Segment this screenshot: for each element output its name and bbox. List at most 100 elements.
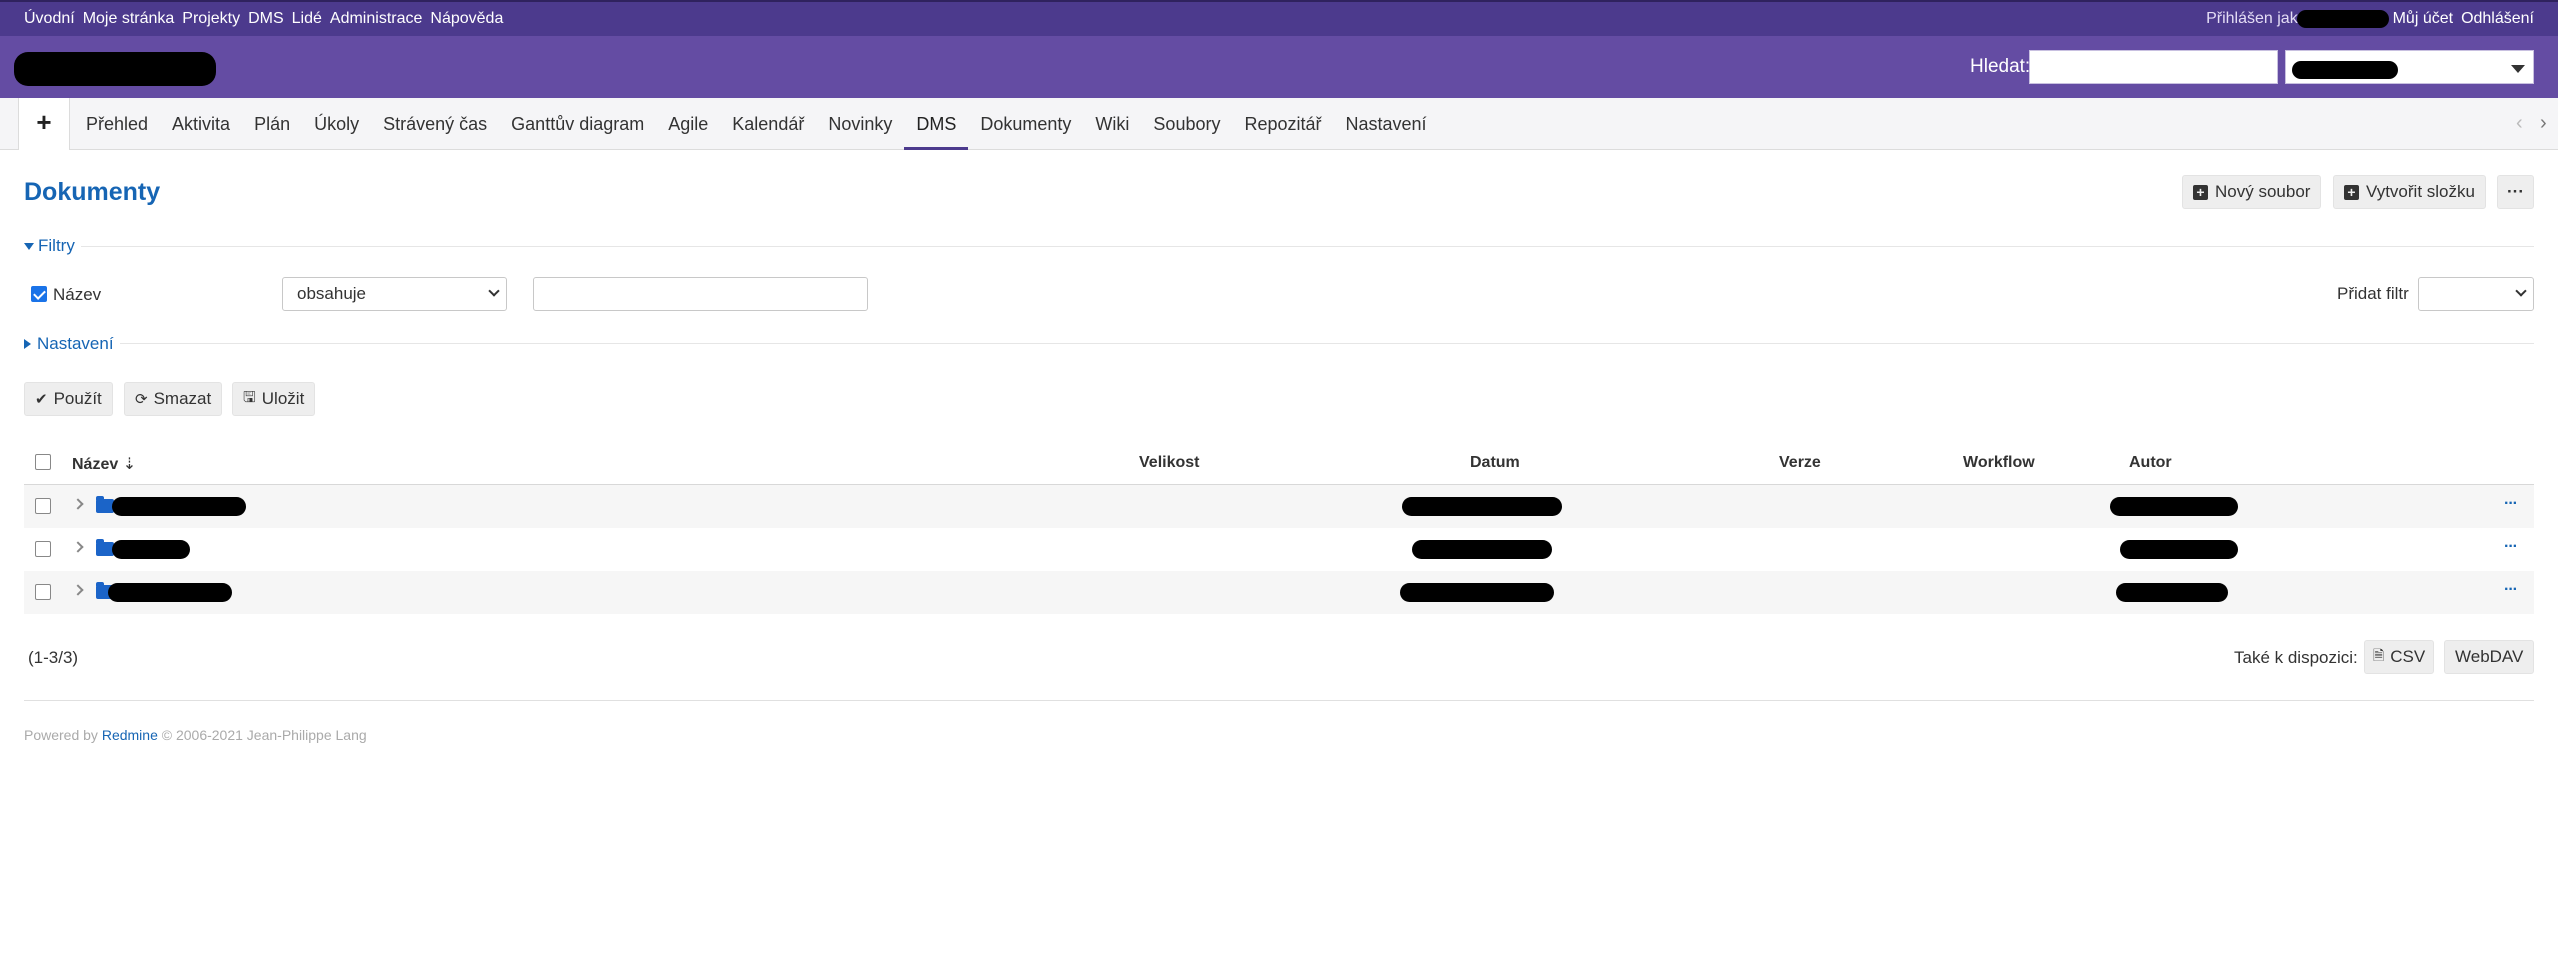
top-menu-item-projects[interactable]: Projekty: [182, 10, 240, 28]
filters-toggle[interactable]: Filtry: [24, 236, 81, 256]
tab-activity[interactable]: Aktivita: [160, 98, 242, 150]
top-menu-item-administration[interactable]: Administrace: [330, 10, 422, 28]
column-name-label: Název: [72, 456, 119, 473]
apply-button[interactable]: ✔ Použít: [24, 382, 113, 416]
project-jump-select[interactable]: [2285, 50, 2534, 84]
row-checkbox[interactable]: [35, 584, 51, 600]
column-date-header[interactable]: Datum: [1470, 454, 1520, 472]
more-actions-button[interactable]: ···: [2497, 175, 2534, 209]
tab-time-entries[interactable]: Strávený čas: [371, 98, 499, 150]
tab-gantt[interactable]: Ganttův diagram: [499, 98, 656, 150]
new-object-button[interactable]: +: [18, 98, 70, 150]
search-label: Hledat:: [1970, 56, 2031, 77]
redacted-username: [2296, 10, 2389, 28]
options-legend-label: Nastavení: [37, 334, 114, 353]
options-toggle[interactable]: Nastavení: [24, 334, 120, 354]
clear-label: Smazat: [153, 389, 212, 408]
tab-overview[interactable]: Přehled: [74, 98, 160, 150]
powered-by: Powered by Redmine © 2006-2021 Jean-Phil…: [24, 727, 367, 743]
csv-label: CSV: [2390, 647, 2426, 666]
top-menu-item-my-page[interactable]: Moje stránka: [83, 10, 175, 28]
clear-button[interactable]: ⟳ Smazat: [124, 382, 223, 416]
logged-in-as-label: Přihlášen jako: [2206, 10, 2307, 27]
sort-desc-icon: ⇣: [122, 456, 137, 473]
chevron-down-icon: [488, 285, 500, 297]
add-filter-label: Přidat filtr: [2337, 284, 2409, 303]
chevron-right-icon[interactable]: [72, 498, 84, 510]
plus-square-icon: +: [2344, 184, 2359, 200]
create-folder-button[interactable]: + Vytvořit složku: [2333, 175, 2486, 209]
tab-news[interactable]: Novinky: [816, 98, 904, 150]
redacted-folder-name[interactable]: [112, 540, 190, 559]
row-checkbox[interactable]: [35, 541, 51, 557]
also-available-label: Také k dispozici:: [2234, 648, 2358, 667]
table-row[interactable]: ···: [24, 571, 2534, 614]
chevron-right-icon[interactable]: [72, 584, 84, 596]
tab-calendar[interactable]: Kalendář: [720, 98, 816, 150]
header: Hledat:: [0, 36, 2558, 98]
redacted-project-name: [2292, 61, 2398, 79]
top-menu-item-dms[interactable]: DMS: [248, 10, 284, 28]
my-account-link[interactable]: Můj účet: [2393, 10, 2453, 28]
chevron-down-icon: [2515, 285, 2527, 297]
column-author-header[interactable]: Autor: [2129, 454, 2172, 472]
tab-repository[interactable]: Repozitář: [1232, 98, 1333, 150]
row-menu-icon[interactable]: ···: [2504, 495, 2518, 513]
scroll-left-icon[interactable]: ‹: [2516, 112, 2523, 135]
redacted-author: [2116, 583, 2228, 602]
triangle-down-icon: [24, 242, 34, 250]
column-workflow-header[interactable]: Workflow: [1963, 454, 2035, 472]
save-label: Uložit: [261, 389, 305, 408]
tab-roadmap[interactable]: Plán: [242, 98, 302, 150]
search-input[interactable]: [2029, 50, 2278, 84]
redacted-folder-name[interactable]: [108, 583, 232, 602]
table-row[interactable]: ···: [24, 485, 2534, 528]
result-count: (1-3/3): [28, 648, 79, 667]
filter-value-input[interactable]: [533, 277, 868, 311]
main-menu: + Přehled Aktivita Plán Úkoly Strávený č…: [0, 98, 2558, 150]
webdav-button[interactable]: WebDAV: [2444, 640, 2535, 674]
tab-documents[interactable]: Dokumenty: [968, 98, 1083, 150]
csv-export-button[interactable]: 🗎 CSV: [2364, 640, 2435, 674]
filter-name-checkbox[interactable]: [31, 286, 47, 302]
row-checkbox[interactable]: [35, 498, 51, 514]
select-all-checkbox[interactable]: [35, 454, 51, 470]
save-icon: 🖫: [243, 388, 256, 406]
row-menu-icon[interactable]: ···: [2504, 581, 2518, 599]
tab-settings[interactable]: Nastavení: [1334, 98, 1439, 150]
scroll-right-icon[interactable]: ›: [2540, 112, 2547, 135]
tab-dms[interactable]: DMS: [904, 98, 969, 150]
tab-wiki[interactable]: Wiki: [1083, 98, 1141, 150]
filter-operator-value: obsahuje: [297, 284, 367, 303]
top-menu-item-help[interactable]: Nápověda: [430, 10, 503, 28]
tab-agile[interactable]: Agile: [656, 98, 720, 150]
save-button[interactable]: 🖫 Uložit: [232, 382, 316, 416]
top-menu-item-people[interactable]: Lidé: [292, 10, 322, 28]
powered-by-label: Powered by: [24, 727, 98, 743]
page-title: Dokumenty: [24, 178, 161, 206]
redmine-link[interactable]: Redmine: [102, 727, 158, 743]
redacted-folder-name[interactable]: [112, 497, 246, 516]
top-menu-item-home[interactable]: Úvodní: [24, 10, 75, 28]
row-menu-icon[interactable]: ···: [2504, 538, 2518, 556]
column-version-header[interactable]: Verze: [1779, 454, 1821, 472]
tab-issues[interactable]: Úkoly: [302, 98, 371, 150]
redacted-date: [1402, 497, 1562, 516]
new-file-button[interactable]: + Nový soubor: [2182, 175, 2322, 209]
logout-link[interactable]: Odhlášení: [2461, 10, 2534, 28]
add-filter-select[interactable]: [2418, 277, 2534, 311]
more-icon: ···: [2507, 182, 2524, 201]
tab-files[interactable]: Soubory: [1141, 98, 1232, 150]
top-menu: Úvodní Moje stránka Projekty DMS Lidé Ad…: [0, 0, 2558, 36]
webdav-label: WebDAV: [2455, 647, 2524, 666]
copyright-text: © 2006-2021 Jean-Philippe Lang: [161, 727, 367, 743]
chevron-right-icon[interactable]: [72, 541, 84, 553]
column-name-header[interactable]: Název ⇣: [72, 454, 136, 474]
table-row[interactable]: ···: [24, 528, 2534, 571]
options-divider: [24, 343, 2534, 344]
redacted-author: [2120, 540, 2238, 559]
column-size-header[interactable]: Velikost: [1139, 454, 1199, 472]
redacted-author: [2110, 497, 2238, 516]
filter-operator-select[interactable]: obsahuje: [282, 277, 507, 311]
project-tabs: Přehled Aktivita Plán Úkoly Strávený čas…: [74, 98, 1439, 150]
